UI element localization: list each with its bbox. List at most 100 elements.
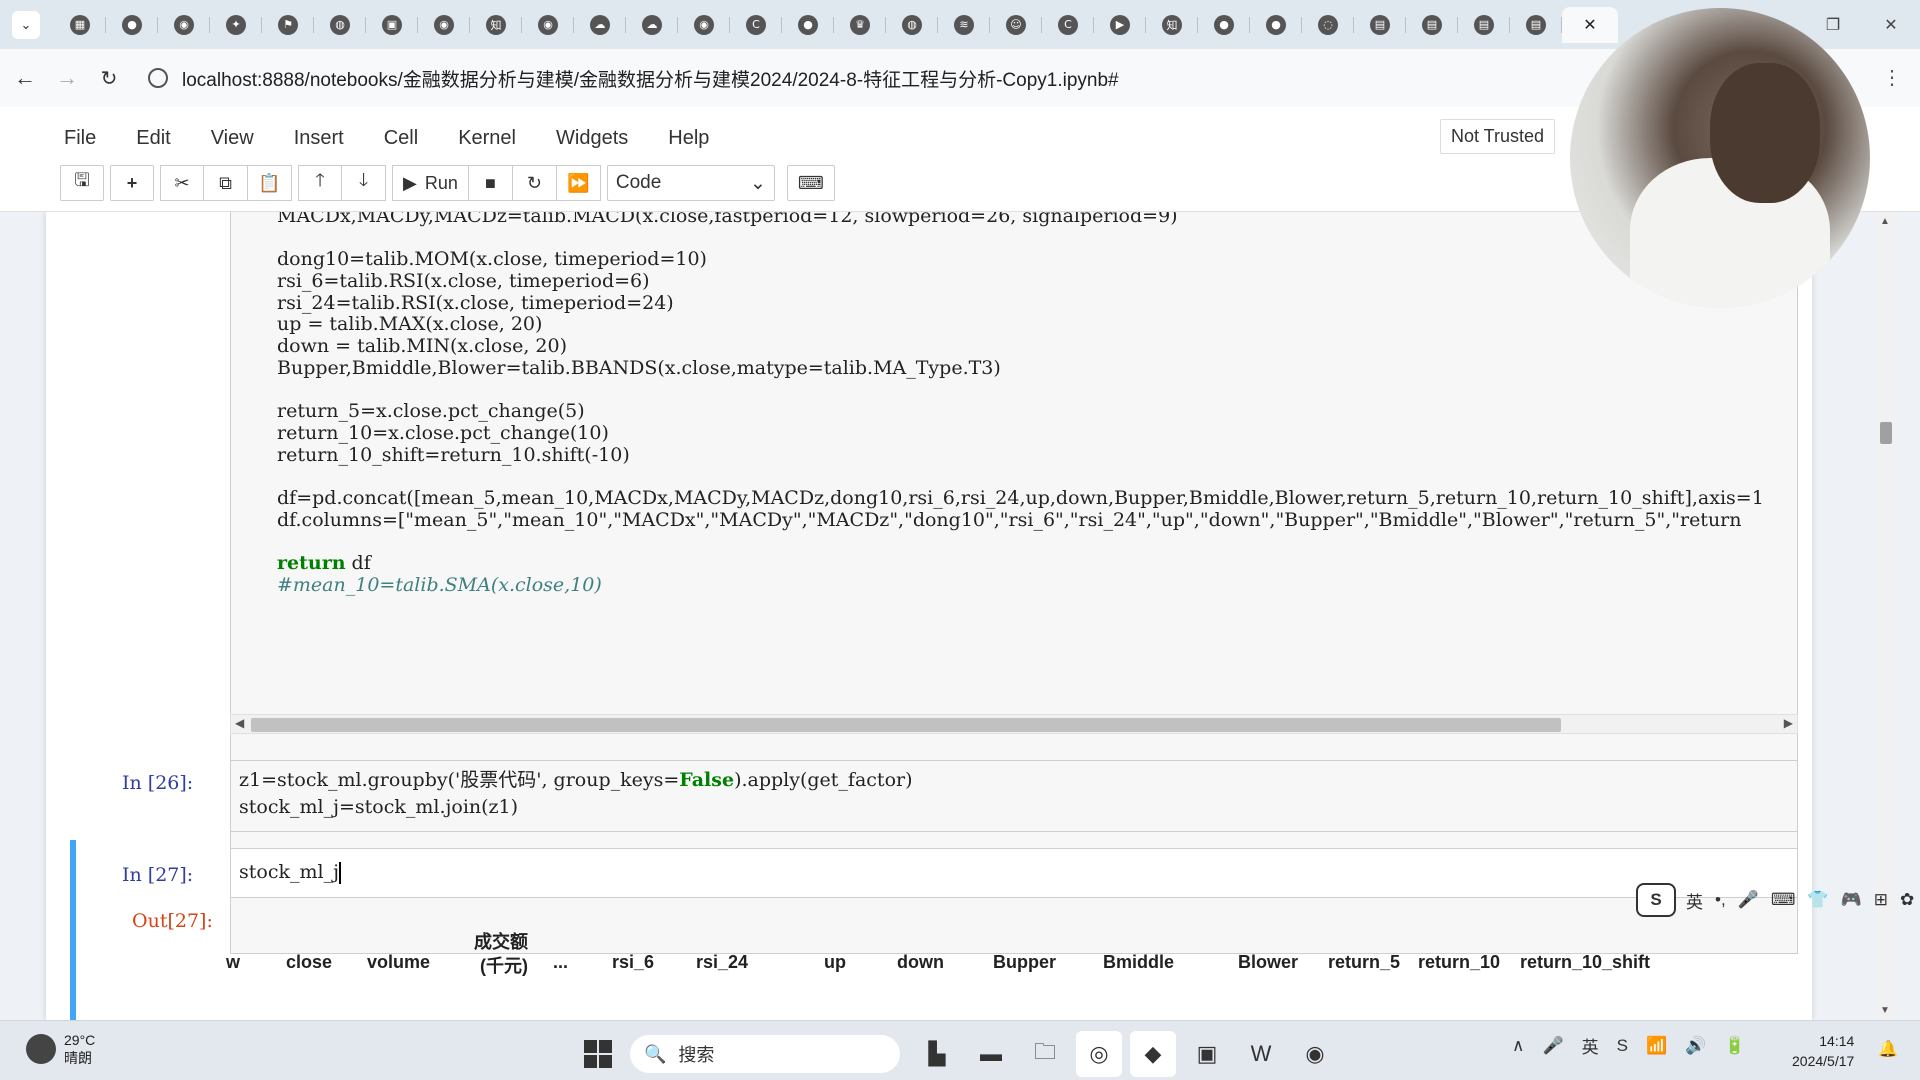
restore-button[interactable]: ❐ xyxy=(1804,15,1862,35)
not-trusted-badge[interactable]: Not Trusted xyxy=(1440,119,1556,154)
taskbar-search[interactable]: 🔍 搜索 xyxy=(630,1035,900,1073)
ime-toolbox-icon[interactable]: ⊞ xyxy=(1874,890,1888,910)
weather-widget[interactable]: 29°C 晴朗 xyxy=(26,1031,95,1067)
browser-tab[interactable]: ◉ xyxy=(678,7,730,43)
wps-icon[interactable]: W xyxy=(1238,1031,1284,1077)
menu-view[interactable]: View xyxy=(211,121,254,156)
file-explorer-icon[interactable]: 🗀 xyxy=(1022,1031,1068,1077)
back-arrow-icon[interactable]: ← xyxy=(8,65,42,91)
scroll-right-icon[interactable]: ▶ xyxy=(1784,716,1793,730)
move-up-button[interactable]: 🡑 xyxy=(298,165,342,201)
browser-tab[interactable]: ◍ xyxy=(886,7,938,43)
recorder-icon[interactable]: ◉ xyxy=(1292,1031,1338,1077)
terminal-icon[interactable]: ▣ xyxy=(1184,1031,1230,1077)
browser-tab[interactable]: ▤ xyxy=(1458,7,1510,43)
browser-tab[interactable]: ● xyxy=(1198,7,1250,43)
browser-tab[interactable]: ● xyxy=(1250,7,1302,43)
ime-punctuation-icon[interactable]: •, xyxy=(1715,890,1726,910)
browser-tab[interactable]: ▤ xyxy=(1510,7,1562,43)
wifi-icon[interactable]: 📶 xyxy=(1646,1036,1667,1056)
ime-game-icon[interactable]: 🎮 xyxy=(1841,890,1862,910)
menu-widgets[interactable]: Widgets xyxy=(556,121,628,156)
cut-button[interactable]: ✂ xyxy=(160,165,204,201)
code-cell-26[interactable]: z1=stock_ml.groupby('股票代码', group_keys=F… xyxy=(230,760,1798,832)
save-button[interactable]: 🖫 xyxy=(60,165,104,201)
run-button[interactable]: ▶ Run xyxy=(392,165,469,201)
active-tab[interactable]: ✕ xyxy=(1562,6,1618,43)
browser-tab[interactable]: ☁ xyxy=(626,7,678,43)
scroll-left-icon[interactable]: ◀ xyxy=(235,716,244,730)
code-cell-27[interactable]: stock_ml_j xyxy=(230,848,1798,898)
browser-tab[interactable]: ☁ xyxy=(574,7,626,43)
browser-tab[interactable]: ● xyxy=(782,7,834,43)
code-cell-26-source[interactable]: z1=stock_ml.groupby('股票代码', group_keys=F… xyxy=(239,767,913,821)
scroll-up-icon[interactable]: ▲ xyxy=(1880,216,1890,227)
restart-run-all-button[interactable]: ⏩ xyxy=(556,165,601,201)
move-down-button[interactable]: 🡓 xyxy=(342,165,386,201)
browser-tab[interactable]: ◉ xyxy=(158,7,210,43)
browser-tab[interactable]: C xyxy=(1042,7,1094,43)
reload-icon[interactable]: ↻ xyxy=(92,66,126,91)
vertical-scrollbar-thumb[interactable] xyxy=(1880,422,1892,444)
sogou-tray-icon[interactable]: S xyxy=(1617,1036,1628,1056)
browser-tab[interactable]: ◌ xyxy=(1302,7,1354,43)
battery-icon[interactable]: 🔋 xyxy=(1724,1036,1745,1056)
ime-skin-icon[interactable]: 👕 xyxy=(1807,890,1828,910)
tray-expand-icon[interactable]: ∧ xyxy=(1512,1036,1524,1056)
cell-type-select[interactable]: Code ⌄ xyxy=(606,165,775,201)
more-menu-icon[interactable]: ⋮ xyxy=(1882,65,1902,90)
start-button[interactable] xyxy=(584,1040,612,1068)
menu-file[interactable]: File xyxy=(64,121,96,156)
browser-tab[interactable]: C xyxy=(730,7,782,43)
browser-tab[interactable]: ▤ xyxy=(1354,7,1406,43)
menu-kernel[interactable]: Kernel xyxy=(458,121,516,156)
browser-tab[interactable]: ☺ xyxy=(990,7,1042,43)
browser-tab[interactable]: ✦ xyxy=(210,7,262,43)
menu-insert[interactable]: Insert xyxy=(294,121,344,156)
paste-button[interactable]: 📋 xyxy=(248,165,292,201)
browser-tab[interactable]: ▣ xyxy=(366,7,418,43)
browser-tab[interactable]: ≋ xyxy=(938,7,990,43)
task-view-icon[interactable]: ▙ xyxy=(914,1031,960,1077)
app-icon[interactable]: ◆ xyxy=(1130,1031,1176,1077)
ime-keyboard-icon[interactable]: ⌨ xyxy=(1771,890,1796,910)
browser-tab[interactable]: ▦ xyxy=(54,7,106,43)
browser-tab[interactable]: ⚑ xyxy=(262,7,314,43)
browser-tab[interactable]: ♛ xyxy=(834,7,886,43)
microphone-icon[interactable]: 🎤 xyxy=(1542,1036,1563,1056)
command-palette-button[interactable]: ⌨ xyxy=(786,165,835,201)
interrupt-button[interactable]: ■ xyxy=(468,165,513,201)
volume-icon[interactable]: 🔊 xyxy=(1685,1036,1706,1056)
copy-button[interactable]: ⧉ xyxy=(204,165,248,201)
chrome-icon[interactable]: ◎ xyxy=(1076,1031,1122,1077)
close-tab-icon[interactable]: ✕ xyxy=(1583,15,1596,35)
ime-voice-icon[interactable]: 🎤 xyxy=(1738,890,1759,910)
desktop-icon[interactable]: ▬ xyxy=(968,1031,1014,1077)
site-info-icon[interactable] xyxy=(148,68,168,88)
url-field[interactable]: localhost:8888/notebooks/金融数据分析与建模/金融数据分… xyxy=(148,65,1119,92)
menu-cell[interactable]: Cell xyxy=(384,121,418,156)
scrollbar-thumb[interactable] xyxy=(251,718,1561,732)
horizontal-scrollbar[interactable]: ◀ ▶ xyxy=(230,714,1798,734)
browser-tab[interactable]: ◍ xyxy=(314,7,366,43)
tab-list-dropdown-icon[interactable]: ⌄ xyxy=(12,10,40,39)
ime-settings-icon[interactable]: ✿ xyxy=(1900,890,1914,910)
input-method-icon[interactable]: 英 xyxy=(1582,1033,1599,1058)
browser-tab[interactable]: ▶ xyxy=(1094,7,1146,43)
restart-button[interactable]: ↻ xyxy=(512,165,557,201)
scroll-down-icon[interactable]: ▼ xyxy=(1880,1005,1890,1016)
close-window-button[interactable]: ✕ xyxy=(1862,15,1920,35)
menu-edit[interactable]: Edit xyxy=(136,121,170,156)
browser-tab[interactable]: 知 xyxy=(1146,7,1198,43)
browser-tab[interactable]: ● xyxy=(106,7,158,43)
browser-tab[interactable]: ▤ xyxy=(1406,7,1458,43)
sogou-logo[interactable]: S xyxy=(1636,883,1676,917)
forward-arrow-icon[interactable]: → xyxy=(50,65,84,91)
browser-tab[interactable]: ◉ xyxy=(418,7,470,43)
browser-tab[interactable]: ◉ xyxy=(522,7,574,43)
insert-cell-button[interactable]: + xyxy=(110,165,154,201)
browser-tab[interactable]: 知 xyxy=(470,7,522,43)
code-cell-27-source[interactable]: stock_ml_j xyxy=(239,859,341,886)
menu-help[interactable]: Help xyxy=(668,121,709,156)
ime-language-toggle[interactable]: 英 xyxy=(1686,888,1703,913)
